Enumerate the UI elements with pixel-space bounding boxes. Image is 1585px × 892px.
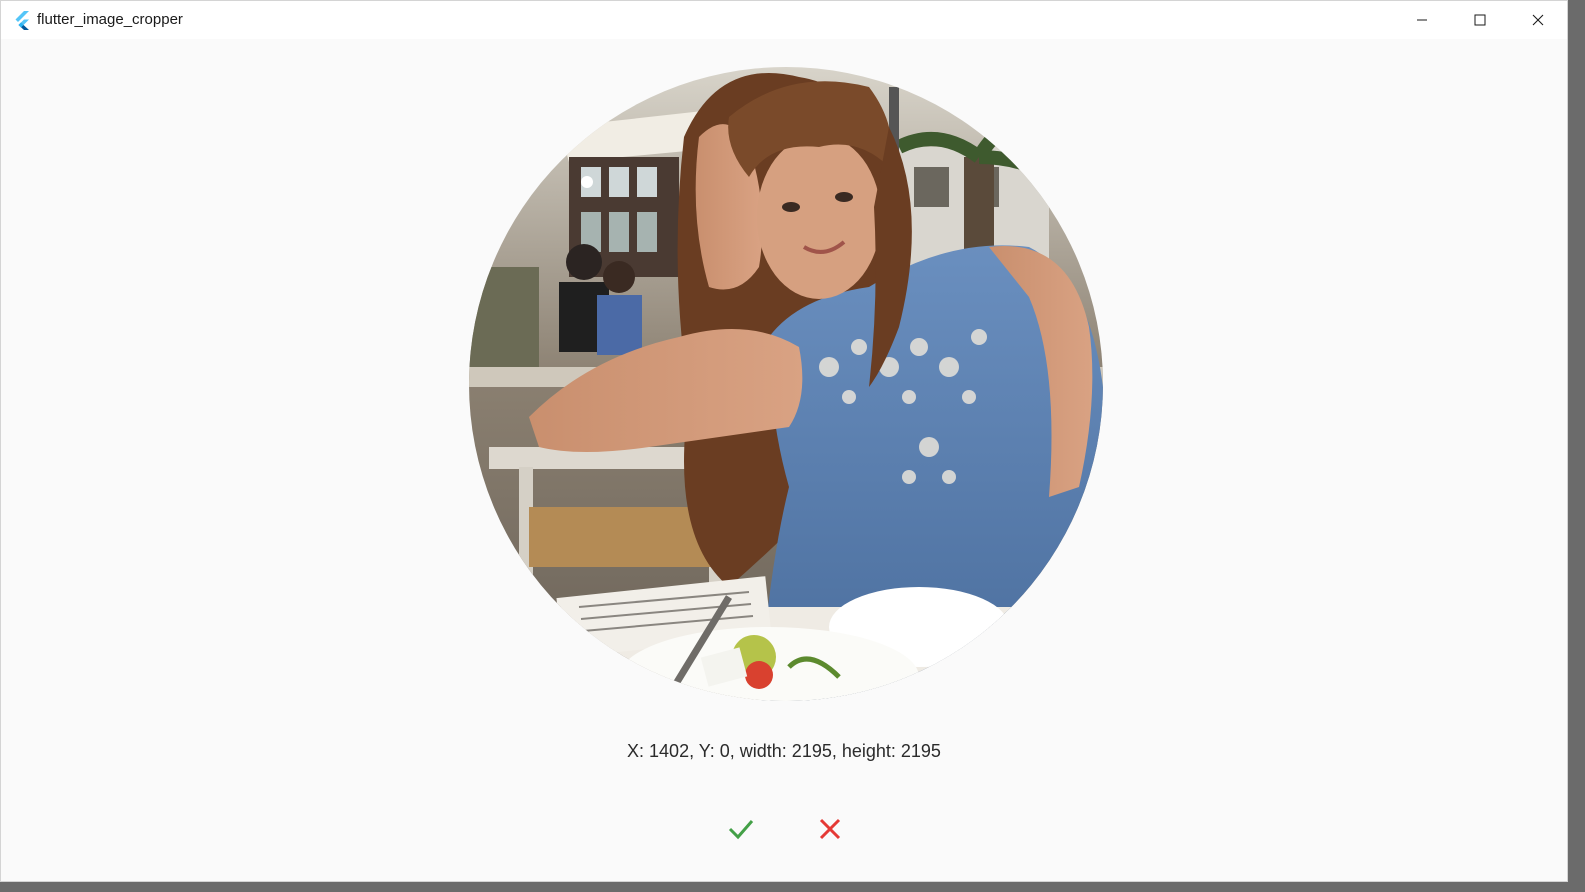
close-icon: [1532, 14, 1544, 26]
crop-area[interactable]: [469, 67, 1103, 701]
photo-illustration: [469, 67, 1103, 701]
maximize-button[interactable]: [1457, 1, 1503, 39]
confirm-crop-button[interactable]: [723, 811, 759, 847]
minimize-button[interactable]: [1399, 1, 1445, 39]
cropped-photo[interactable]: [469, 67, 1103, 701]
cropper-content: X: 1402, Y: 0, width: 2195, height: 2195: [1, 39, 1567, 881]
maximize-icon: [1474, 14, 1486, 26]
cancel-crop-button[interactable]: [812, 811, 848, 847]
close-window-button[interactable]: [1515, 1, 1561, 39]
window-title: flutter_image_cropper: [37, 11, 183, 28]
title-bar[interactable]: flutter_image_cropper: [1, 1, 1567, 39]
check-icon: [728, 820, 754, 840]
close-icon: [819, 818, 841, 840]
app-window: flutter_image_cropper X: 1402, Y: 0, wid…: [0, 0, 1568, 882]
crop-info-text: X: 1402, Y: 0, width: 2195, height: 2195: [627, 741, 941, 761]
minimize-icon: [1417, 19, 1427, 21]
flutter-logo-icon: [15, 11, 29, 30]
